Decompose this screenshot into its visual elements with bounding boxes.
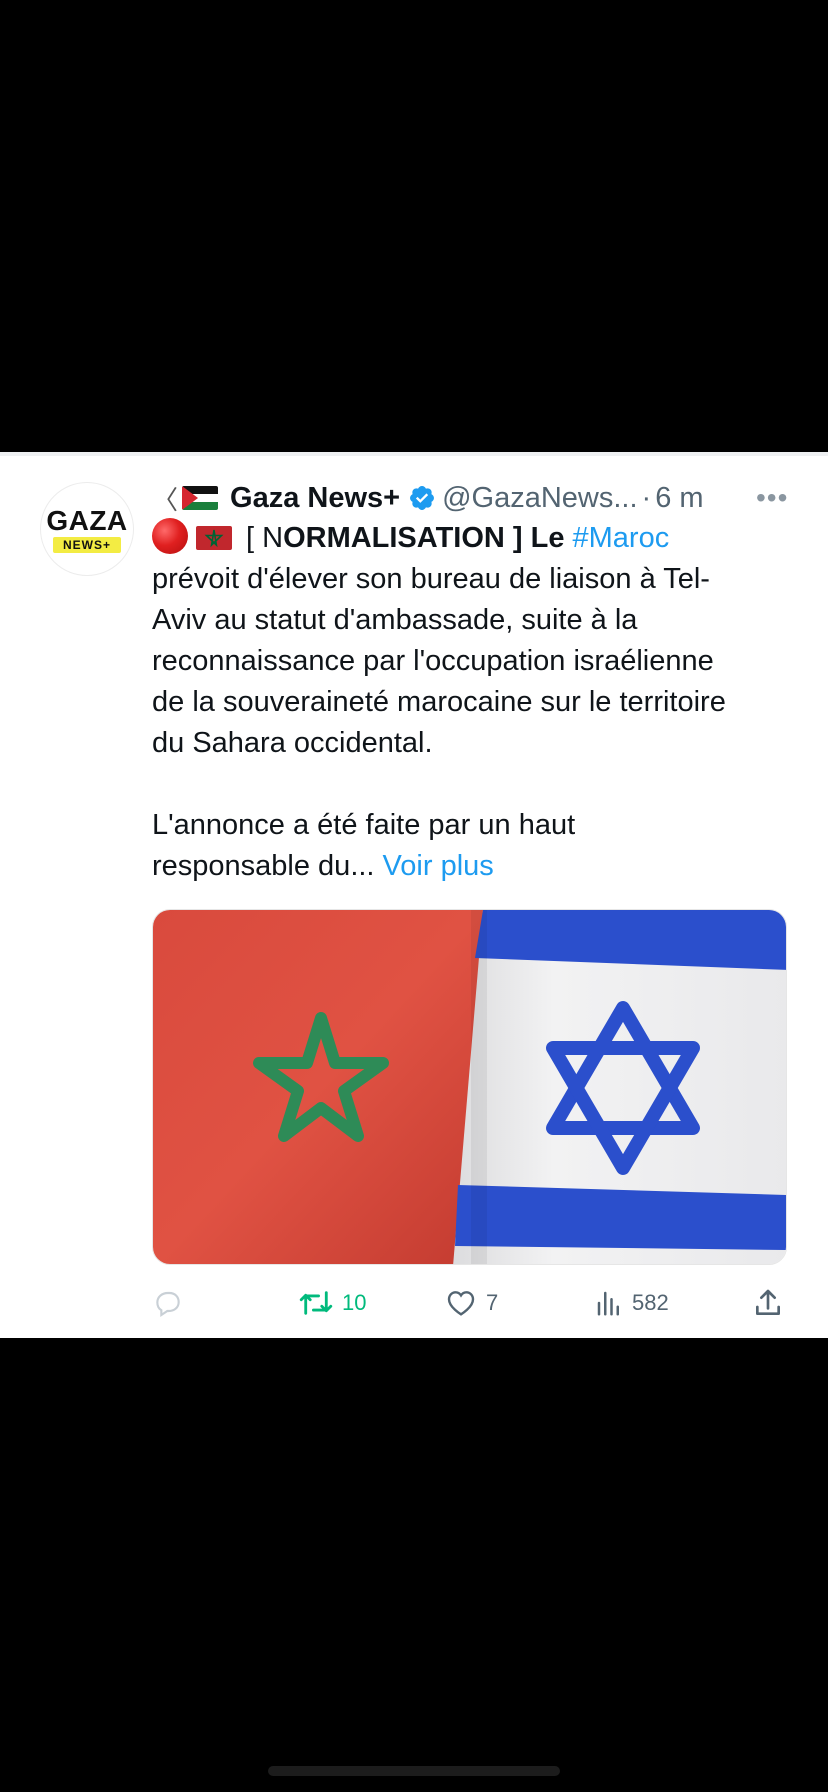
tweet-text-line: L'annonce a été faite par un haut [152,809,576,841]
blue-stripe-bottom [455,1185,786,1250]
tweet-media-image[interactable] [152,909,787,1265]
palestine-map-icon: 〈 [152,484,179,515]
verified-badge-icon [410,486,435,510]
tweet-text-bold: ORMALISATION ] Le [283,522,565,554]
tweet-text-blank [152,764,802,805]
retweet-count: 10 [342,1290,367,1315]
tweet-text-line: [ NORMALISATION ] Le #Maroc [152,518,802,559]
avatar-logo-text: GAZA [46,505,128,536]
screen: GAZA NEWS+ 〈 Gaza News+ @GazaNews... · 6… [0,0,828,1792]
tweet-text-line: prévoit d'élever son bureau de liaison à… [152,563,710,595]
avatar[interactable]: GAZA NEWS+ [40,482,134,576]
tweet-text: [ NORMALISATION ] Le #Maroc prévoit d'él… [152,518,802,887]
separator-dot: · [641,481,652,514]
views-chart-icon [597,1291,619,1316]
retweet-button[interactable]: 10 [298,1283,366,1323]
morocco-flag-icon [196,526,232,550]
tweet-timestamp[interactable]: 6 m [655,482,703,515]
tweet-header: 〈 Gaza News+ @GazaNews... · 6 m [152,478,792,518]
tweet-text-bracket: [ N [246,522,284,554]
heart-icon [447,1291,475,1316]
views-button[interactable]: 582 [594,1283,669,1323]
tweet-action-bar: 10 7 582 [152,1283,792,1323]
tweet-text-line: de la souveraineté marocaine sur le terr… [152,686,726,718]
home-indicator[interactable] [268,1766,560,1776]
red-circle-icon [152,518,188,554]
tweet-text-line: reconnaissance par l'occupation israélie… [152,645,714,677]
morocco-flag [153,910,483,1264]
author-handle[interactable]: @GazaNews... [442,482,637,515]
share-icon [756,1289,780,1315]
views-count: 582 [632,1290,669,1315]
share-button[interactable] [752,1283,784,1323]
tweet-text-line: Aviv au statut d'ambassade, suite à la [152,604,638,636]
tweet-text-line: responsable du... Voir plus [152,846,802,887]
hashtag-link[interactable]: #Maroc [573,522,670,554]
like-button[interactable]: 7 [444,1283,498,1323]
reply-icon [156,1291,180,1317]
see-more-link[interactable]: Voir plus [383,850,494,882]
flags-image [153,910,786,1264]
tweet-text-line: du Sahara occidental. [152,727,433,759]
author-name[interactable]: Gaza News+ [230,482,400,515]
avatar-logo-subtext: NEWS+ [52,537,122,553]
reply-button[interactable] [152,1283,192,1323]
like-count: 7 [486,1290,499,1315]
more-options-icon[interactable]: ••• [756,482,788,514]
retweet-icon [299,1291,333,1315]
tweet-text-truncated: responsable du... [152,850,375,882]
tweet-divider [0,452,828,456]
palestine-flag-icon [182,486,219,510]
